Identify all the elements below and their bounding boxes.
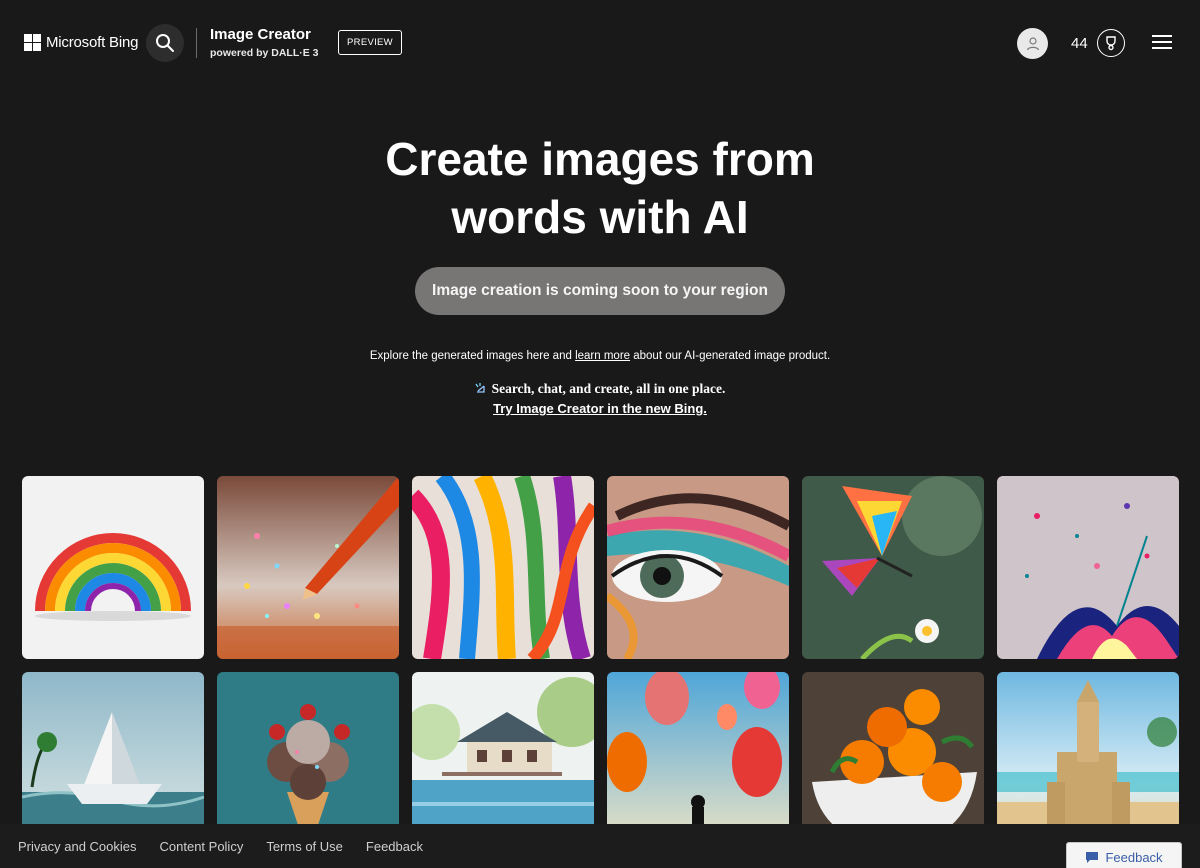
footer-link-content-policy[interactable]: Content Policy [160,839,244,854]
footer-link-privacy[interactable]: Privacy and Cookies [18,839,137,854]
feedback-icon [1086,851,1099,863]
title-line-2: words with AI [451,191,749,243]
gallery-image-ribbons[interactable] [412,476,594,659]
product-subtitle: powered by DALL·E 3 [210,47,319,59]
gallery-image-rainbow[interactable] [22,476,204,659]
feedback-button[interactable]: Feedback [1066,842,1182,868]
rewards-button[interactable] [1097,29,1125,57]
feedback-label: Feedback [1105,849,1163,865]
rewards-count[interactable]: 44 [1071,35,1088,52]
microsoft-logo-icon [24,34,41,51]
image-gallery [22,476,1179,855]
product-title: Image Creator [210,26,311,43]
product-title-block[interactable]: Image Creator powered by DALL·E 3 [210,26,319,59]
explore-suffix: about our AI-generated image product. [630,350,831,362]
menu-icon [1152,35,1172,37]
gallery-image-pencil[interactable] [217,476,399,659]
menu-button[interactable] [1152,35,1172,51]
sparkle-icon [475,383,485,393]
gallery-image-butterfly[interactable] [802,476,984,659]
learn-more-link[interactable]: learn more [575,350,630,362]
preview-badge: PREVIEW [338,30,402,55]
try-new-bing-link[interactable]: Try Image Creator in the new Bing. [300,401,900,416]
profile-button[interactable] [1017,28,1048,59]
brand-name: Microsoft Bing [46,34,139,51]
page-title: Create images from words with AI [300,130,900,246]
explore-prefix: Explore the generated images here and [369,350,576,362]
bing-home-link[interactable]: Microsoft Bing [24,34,138,51]
title-line-1: Create images from [385,133,815,185]
search-icon [156,34,174,52]
header-divider [196,28,197,58]
promo-text: Search, chat, and create, all in one pla… [491,381,726,396]
explore-text: Explore the generated images here and le… [200,350,1000,362]
footer: Privacy and Cookies Content Policy Terms… [0,824,1200,868]
footer-link-terms[interactable]: Terms of Use [266,839,343,854]
trophy-icon [1106,36,1116,51]
coming-soon-button[interactable]: Image creation is coming soon to your re… [415,267,785,315]
search-button[interactable] [146,24,184,62]
footer-link-feedback[interactable]: Feedback [366,839,423,854]
user-icon [1026,36,1039,50]
header: Microsoft Bing Image Creator powered by … [0,0,1200,84]
gallery-image-eye[interactable] [607,476,789,659]
gallery-image-splash[interactable] [997,476,1179,659]
new-bing-promo: Search, chat, and create, all in one pla… [300,381,900,416]
